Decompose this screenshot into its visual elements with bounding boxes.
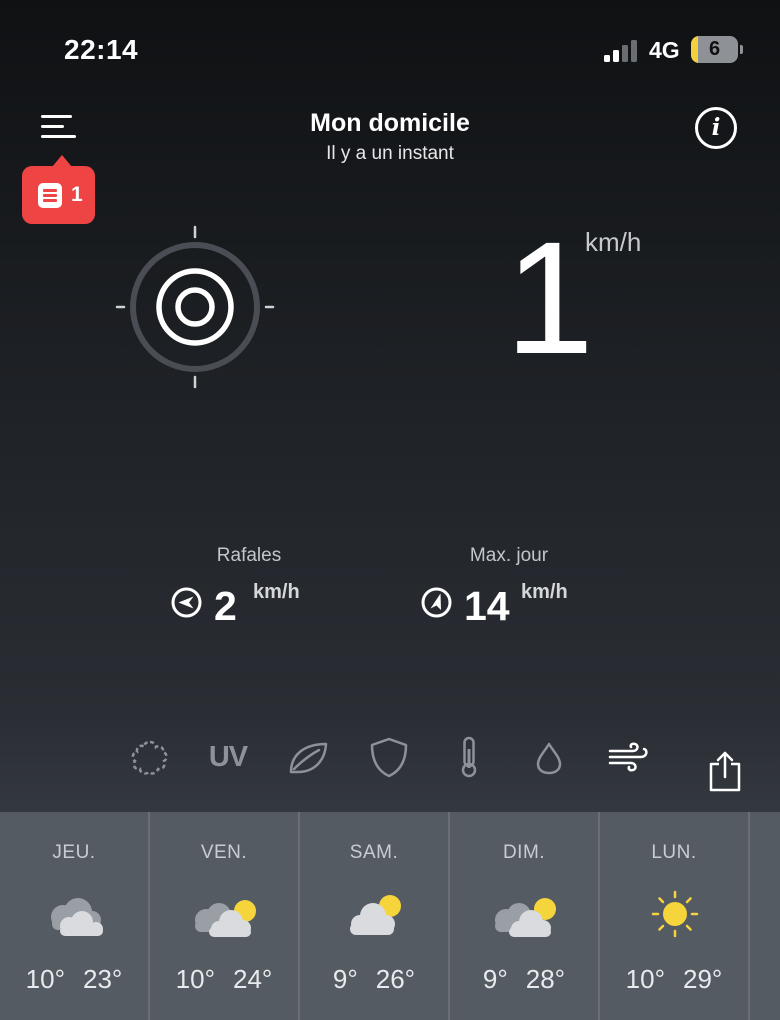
forecast-temps: 9° 26° bbox=[300, 964, 448, 995]
forecast-day-label: DIM. bbox=[502, 842, 546, 863]
notification-badge[interactable]: 1 bbox=[22, 155, 95, 224]
forecast-day[interactable]: DIM. 9° 28° bbox=[450, 812, 600, 1020]
leaf-icon[interactable] bbox=[286, 735, 330, 779]
info-icon[interactable]: i bbox=[695, 107, 737, 149]
forecast-temps: 10° 23° bbox=[0, 964, 148, 995]
forecast-min: 10° bbox=[625, 964, 665, 994]
forecast-day[interactable]: SAM. 9° 26° bbox=[300, 812, 450, 1020]
document-icon bbox=[38, 183, 62, 208]
forecast-max: 26° bbox=[375, 964, 416, 994]
forecast-max: 23° bbox=[83, 964, 123, 994]
partly-cloudy-icon bbox=[195, 900, 256, 937]
last-updated: Il y a un instant bbox=[326, 143, 454, 164]
shield-icon[interactable] bbox=[367, 735, 411, 779]
forecast-max: 24° bbox=[233, 964, 273, 994]
forecast-day-partial[interactable] bbox=[750, 812, 780, 1020]
forecast-max: 28° bbox=[525, 964, 566, 994]
forecast-max: 29° bbox=[683, 964, 723, 994]
drop-icon[interactable] bbox=[527, 735, 571, 779]
sunny-icon bbox=[651, 890, 699, 938]
day-max-value: 14 bbox=[464, 583, 510, 629]
partly-cloudy-icon bbox=[495, 898, 556, 937]
forecast-min: 9° bbox=[482, 964, 508, 994]
day-max-direction-icon bbox=[421, 587, 452, 618]
forecast-day[interactable]: VEN. 10° 24° bbox=[150, 812, 300, 1020]
forecast-min: 9° bbox=[332, 964, 358, 994]
page-title: Mon domicile bbox=[310, 109, 470, 137]
share-icon[interactable] bbox=[705, 750, 745, 794]
battery-level: 6 bbox=[708, 38, 721, 60]
forecast-day-label: LUN. bbox=[651, 842, 697, 863]
forecast-temps: 9° 28° bbox=[450, 964, 598, 995]
uv-icon[interactable]: UV bbox=[206, 735, 250, 779]
forecast-day-label: SAM. bbox=[349, 842, 399, 863]
network-type: 4G bbox=[649, 37, 680, 63]
status-time: 22:14 bbox=[64, 34, 139, 65]
forecast-day-label: VEN. bbox=[200, 842, 248, 863]
forecast-temps: 10° 24° bbox=[150, 964, 298, 995]
signal-strength-icon bbox=[604, 40, 638, 62]
forecast-day[interactable]: LUN. 10° 29° bbox=[600, 812, 750, 1020]
cloudy-icon bbox=[51, 898, 103, 936]
gusts-value: 2 bbox=[214, 583, 237, 629]
day-max-label: Max. jour bbox=[469, 545, 549, 566]
gusts-unit: km/h bbox=[253, 581, 300, 603]
forecast-min: 10° bbox=[25, 964, 65, 994]
forecast-min: 10° bbox=[175, 964, 215, 994]
wind-compass-dial bbox=[115, 225, 275, 389]
battery-tip bbox=[740, 45, 743, 54]
day-max-unit: km/h bbox=[521, 581, 568, 603]
partly-cloudy-icon bbox=[350, 895, 401, 935]
gust-direction-icon bbox=[171, 587, 202, 618]
forecast-temps: 10° 29° bbox=[600, 964, 748, 995]
wind-speed-unit: km/h bbox=[585, 227, 642, 257]
thermometer-icon[interactable] bbox=[447, 735, 491, 779]
forecast-day[interactable]: JEU. 10° 23° bbox=[0, 812, 150, 1020]
wind-icon[interactable] bbox=[607, 735, 651, 779]
forecast-strip: JEU. 10° 23° VEN. 10° 24° SAM. 9° 26° DI… bbox=[0, 812, 780, 1020]
gusts-label: Rafales bbox=[216, 545, 282, 566]
pollen-icon[interactable] bbox=[128, 735, 172, 779]
forecast-day-label: JEU. bbox=[52, 842, 96, 863]
battery-icon: 6 bbox=[691, 36, 738, 63]
notification-count: 1 bbox=[71, 183, 83, 206]
wind-speed-value: 1 bbox=[505, 208, 594, 387]
